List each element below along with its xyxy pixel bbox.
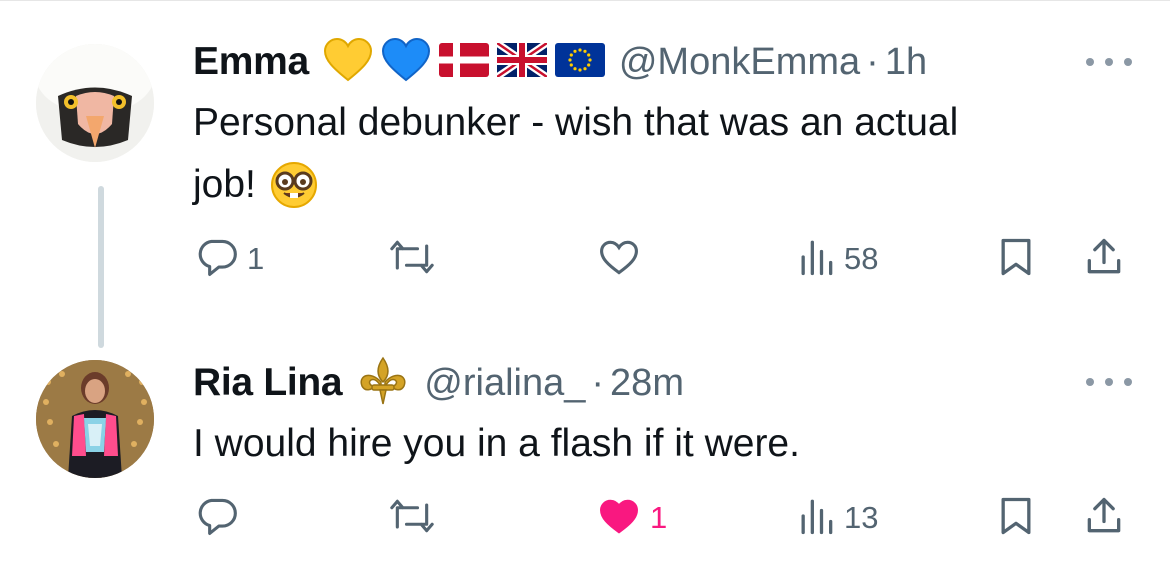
action-bar: 1 58 xyxy=(0,234,1170,284)
name-badges xyxy=(323,37,605,87)
views-count: 13 xyxy=(844,500,879,535)
fleur-de-lis-icon xyxy=(356,356,410,411)
views-chart-icon xyxy=(796,494,836,543)
bookmark-button[interactable] xyxy=(997,493,1035,543)
author-name[interactable]: Ria Lina xyxy=(193,361,343,405)
reply-icon xyxy=(195,494,239,543)
tweet-text-line: Personal debunker - wish that was an act… xyxy=(193,101,959,144)
like-count: 1 xyxy=(650,500,668,535)
avatar[interactable] xyxy=(36,44,154,162)
bookmark-icon xyxy=(997,235,1035,284)
timestamp[interactable]: 1h xyxy=(885,41,927,84)
retweet-button[interactable] xyxy=(388,493,444,543)
retweet-icon xyxy=(388,235,436,284)
tweet-header: Emma @MonkEmma · 1h xyxy=(193,34,927,90)
heart-filled-icon xyxy=(596,494,642,543)
tweet-header: Ria Lina @rialina_ · 28m xyxy=(193,355,684,411)
share-button[interactable] xyxy=(1082,493,1126,543)
views-button[interactable]: 13 xyxy=(796,493,878,543)
eu-flag-icon xyxy=(554,42,605,82)
yellow-heart-icon xyxy=(323,37,373,87)
uk-flag-icon xyxy=(494,39,549,82)
separator-dot: · xyxy=(866,40,879,83)
tweet-text-line: job! xyxy=(193,163,256,206)
share-button[interactable] xyxy=(1082,234,1126,284)
separator-dot: · xyxy=(591,361,605,404)
retweet-icon xyxy=(388,494,436,543)
nerd-face-emoji-icon xyxy=(270,161,318,209)
reply-button[interactable]: 1 xyxy=(195,234,264,284)
author-handle[interactable]: @MonkEmma xyxy=(619,41,860,84)
views-chart-icon xyxy=(796,235,836,284)
tweet-text: Personal debunker - wish that was an act… xyxy=(193,92,1113,216)
action-bar: 1 13 xyxy=(0,493,1170,543)
tweet-text-line: I would hire you in a flash if it were. xyxy=(193,422,800,465)
heart-icon xyxy=(596,235,642,284)
more-icon[interactable] xyxy=(1086,52,1132,72)
tweet-text: I would hire you in a flash if it were. xyxy=(193,413,1113,475)
like-button[interactable] xyxy=(596,234,650,284)
tweet[interactable]: Ria Lina @rialina_ · 28m I would hire yo… xyxy=(0,330,1170,572)
reply-button[interactable] xyxy=(195,493,247,543)
avatar[interactable] xyxy=(36,360,154,478)
name-badges xyxy=(356,356,410,411)
reply-icon xyxy=(195,235,239,284)
share-icon xyxy=(1082,235,1126,284)
reply-count: 1 xyxy=(247,241,265,276)
views-button[interactable]: 58 xyxy=(796,234,878,284)
blue-heart-icon xyxy=(381,37,431,87)
timestamp[interactable]: 28m xyxy=(610,362,684,405)
more-icon[interactable] xyxy=(1086,372,1132,392)
retweet-button[interactable] xyxy=(388,234,444,284)
denmark-flag-icon xyxy=(438,42,489,82)
bookmark-button[interactable] xyxy=(997,234,1035,284)
bookmark-icon xyxy=(997,494,1035,543)
share-icon xyxy=(1082,494,1126,543)
tweet[interactable]: Emma @MonkEmma · 1h Personal debunker - … xyxy=(0,0,1170,320)
author-name[interactable]: Emma xyxy=(193,40,309,84)
views-count: 58 xyxy=(844,241,879,276)
like-button[interactable]: 1 xyxy=(596,493,667,543)
author-handle[interactable]: @rialina_ xyxy=(424,362,585,405)
